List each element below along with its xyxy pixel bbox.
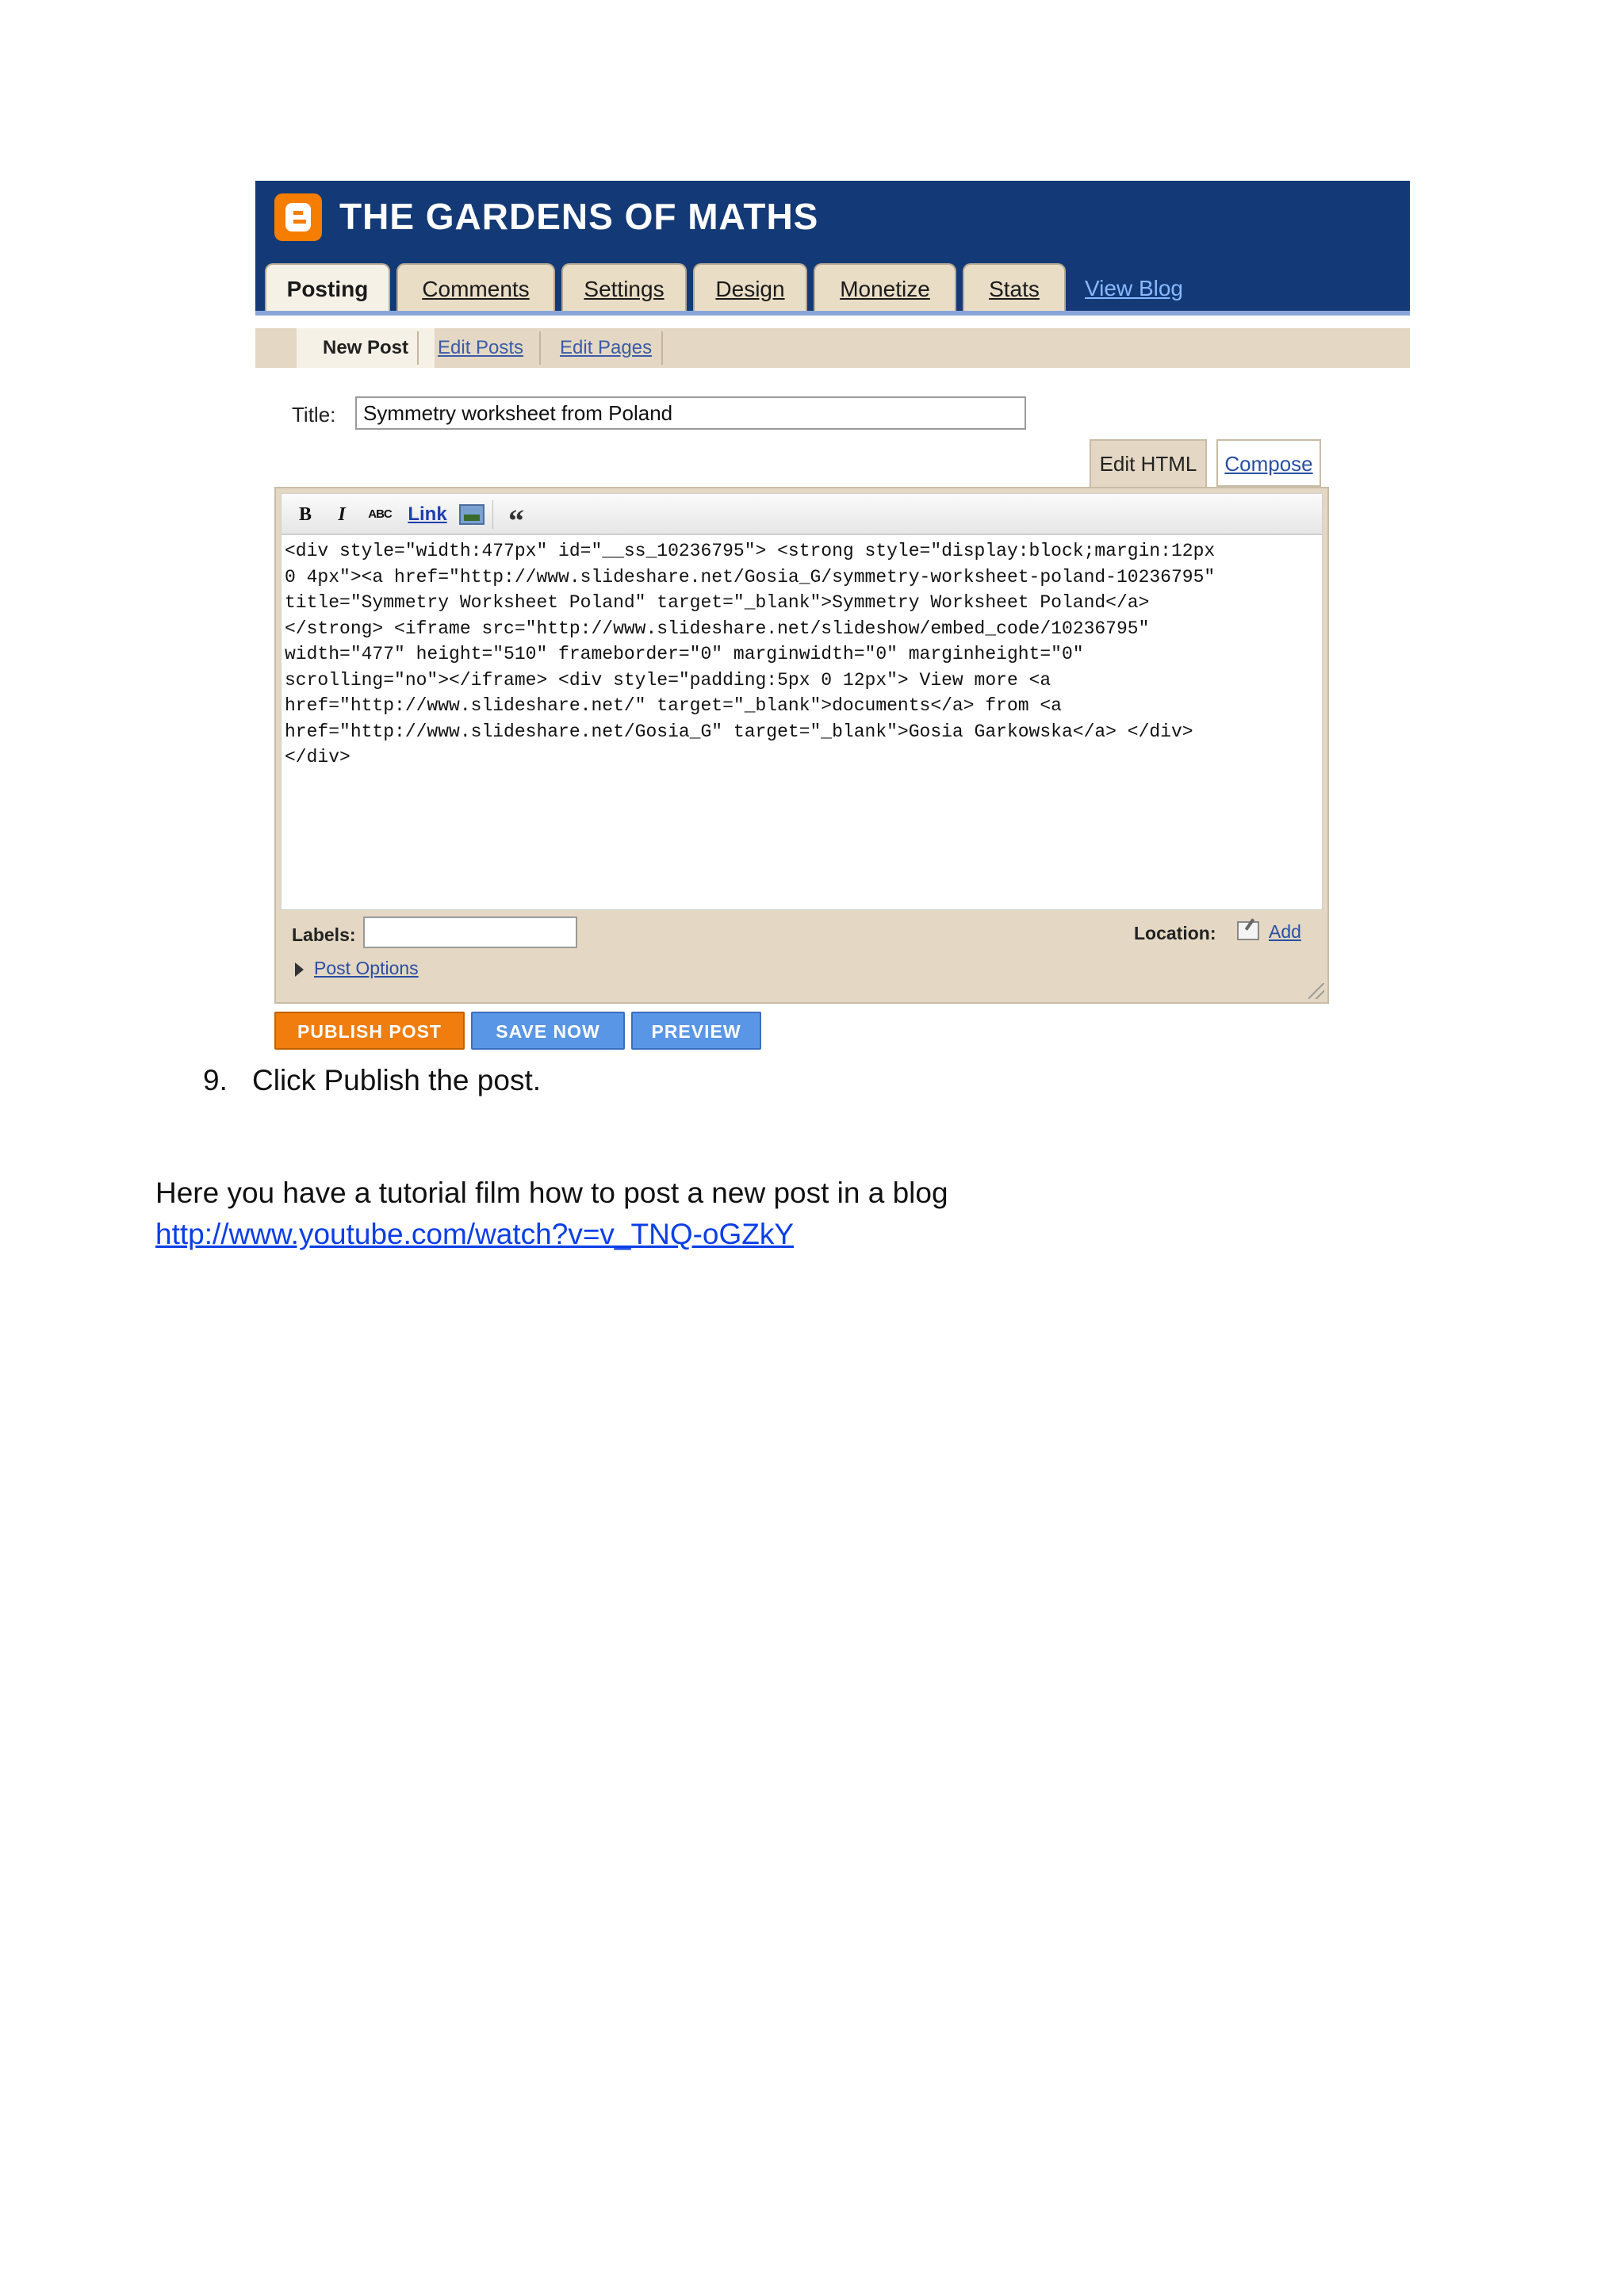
code-line: 0 4px"><a href="http://www.slideshare.ne… [285, 566, 1216, 587]
step-text: Click Publish the post. [252, 1064, 542, 1096]
tab-compose[interactable]: Compose [1216, 439, 1321, 487]
code-line: href="http://www.slideshare.net/" target… [285, 695, 1062, 716]
save-now-button[interactable]: SAVE NOW [471, 1012, 625, 1050]
html-editor-textarea[interactable]: <div style="width:477px" id="__ss_102367… [281, 534, 1323, 910]
code-line: title="Symmetry Worksheet Poland" target… [285, 592, 1150, 613]
tab-monetize[interactable]: Monetize [814, 263, 956, 312]
blockquote-button[interactable]: “ [502, 502, 530, 538]
blogger-editor-screenshot: THE GARDENS OF MATHS Posting Comments Se… [255, 181, 1410, 1053]
subnav-divider [661, 331, 663, 365]
spellcheck-button[interactable]: ABC [364, 502, 396, 527]
labels-label: Labels: [292, 924, 356, 945]
toolbar-divider [492, 500, 493, 529]
subnav-new-post[interactable]: New Post [297, 328, 435, 368]
tutorial-video-link[interactable]: http://www.youtube.com/watch?v=v_TNQ-oGZ… [155, 1218, 794, 1251]
resize-handle-icon[interactable] [1308, 983, 1324, 999]
bold-button[interactable]: B [294, 502, 316, 527]
logo-bar-bottom [293, 220, 306, 224]
code-line: </div> [285, 747, 350, 767]
tab-posting[interactable]: Posting [265, 263, 390, 316]
preview-button[interactable]: PREVIEW [631, 1012, 761, 1050]
code-line: scrolling="no"></iframe> <div style="pad… [285, 669, 1051, 691]
tab-comments[interactable]: Comments [396, 263, 555, 312]
labels-input[interactable] [363, 916, 577, 948]
expand-triangle-icon[interactable] [295, 962, 304, 977]
blogger-b-glyph [285, 203, 311, 232]
view-blog-link[interactable]: View Blog [1085, 276, 1183, 301]
subnav-edit-posts[interactable]: Edit Posts [438, 328, 523, 368]
code-line: </strong> <iframe src="http://www.slides… [285, 618, 1150, 639]
blog-title: THE GARDENS OF MATHS [339, 196, 819, 237]
step-number: 9. [203, 1064, 228, 1096]
insert-image-icon[interactable] [459, 504, 485, 525]
location-label: Location: [1134, 923, 1216, 943]
code-line: width="477" height="510" frameborder="0"… [285, 644, 1084, 664]
title-label: Title: [292, 403, 336, 427]
code-line: href="http://www.slideshare.net/Gosia_G"… [285, 721, 1193, 742]
tab-stats[interactable]: Stats [963, 263, 1066, 312]
blogger-header: THE GARDENS OF MATHS Posting Comments Se… [255, 181, 1410, 316]
location-add-link[interactable]: Add [1269, 921, 1301, 943]
subnav-divider [539, 331, 541, 365]
subnav-edit-pages[interactable]: Edit Pages [560, 328, 652, 368]
link-button[interactable]: Link [407, 502, 448, 527]
header-underline [255, 311, 1410, 316]
italic-button[interactable]: I [331, 502, 353, 527]
tab-settings[interactable]: Settings [561, 263, 687, 312]
step-instruction: 9. Click Publish the post. [203, 1064, 541, 1097]
subnav-divider [417, 331, 419, 365]
posting-subnav: New Post Edit Posts Edit Pages [255, 328, 1410, 368]
location-edit-icon[interactable] [1237, 921, 1259, 940]
publish-post-button[interactable]: PUBLISH POST [274, 1012, 465, 1050]
tab-design[interactable]: Design [693, 263, 807, 312]
tab-edit-html[interactable]: Edit HTML [1090, 439, 1207, 487]
post-options-link[interactable]: Post Options [314, 958, 419, 979]
logo-bar-top [293, 211, 303, 215]
tutorial-paragraph: Here you have a tutorial film how to pos… [155, 1177, 948, 1209]
post-editor: B I ABC Link “ <div style="width:477px" … [274, 487, 1329, 1004]
post-title-input[interactable] [355, 396, 1026, 430]
code-line: <div style="width:477px" id="__ss_102367… [285, 541, 1216, 561]
blogger-logo-icon [274, 193, 322, 241]
editor-toolbar: B I ABC Link “ [281, 493, 1323, 538]
